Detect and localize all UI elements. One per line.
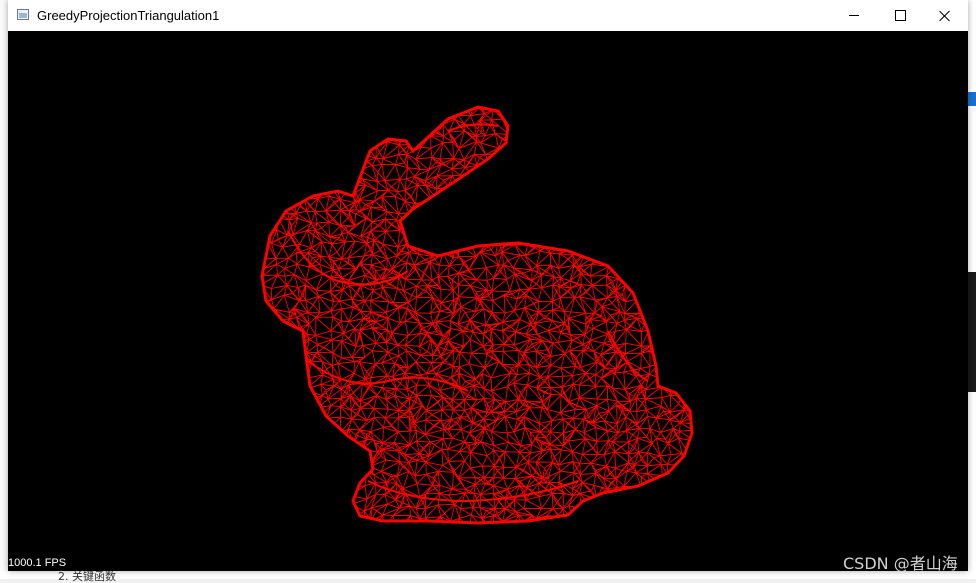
maximize-icon	[894, 10, 906, 21]
background-window-right	[968, 0, 976, 579]
app-window-icon	[17, 9, 29, 20]
minimize-icon	[849, 15, 859, 16]
render-viewport[interactable]: 1000.1 FPS CSDN @者山海	[8, 31, 968, 571]
mesh-wireframe	[262, 107, 692, 523]
close-icon	[939, 10, 951, 22]
fps-counter: 1000.1 FPS	[8, 557, 67, 569]
close-button[interactable]	[922, 0, 968, 31]
background-strip-dark	[968, 272, 976, 392]
viewer-window: GreedyProjectionTriangulation1 1000.1 FP…	[8, 0, 968, 571]
minimize-button[interactable]	[831, 0, 877, 31]
title-bar[interactable]: GreedyProjectionTriangulation1	[8, 0, 968, 31]
mesh-dense-band	[447, 123, 499, 132]
background-desktop-left	[0, 0, 8, 579]
maximize-button[interactable]	[877, 0, 923, 31]
background-strip-blue	[968, 92, 976, 106]
window-title: GreedyProjectionTriangulation1	[37, 8, 220, 23]
background-bottom-text: 2. 关键函数	[58, 570, 116, 583]
bunny-mesh	[260, 105, 694, 525]
watermark: CSDN @者山海	[843, 554, 958, 571]
background-desktop-bottom	[0, 571, 976, 579]
